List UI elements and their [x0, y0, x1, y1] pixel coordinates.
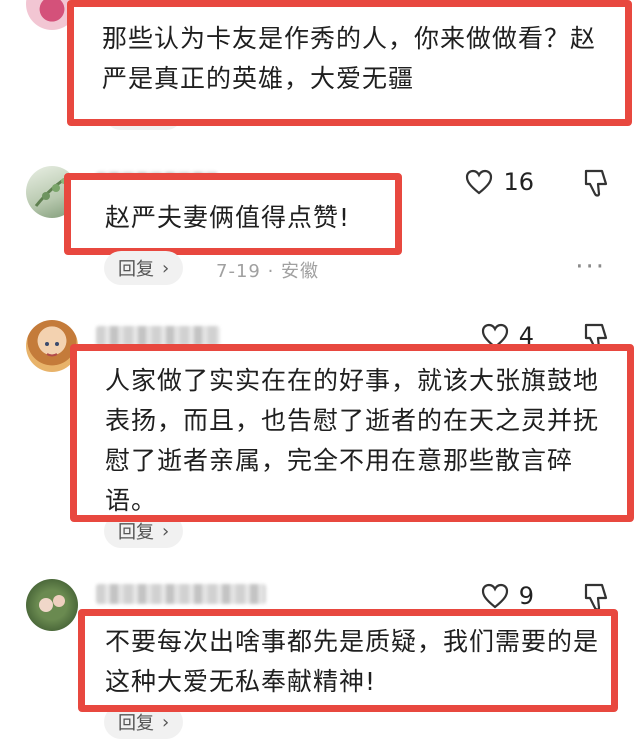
avatar[interactable]: [26, 579, 78, 631]
comment-text: 赵严夫妻俩值得点赞!: [105, 203, 351, 232]
comment-text: 人家做了实实在在的好事，就该大张旗鼓地表扬，而且，也告慰了逝者的在天之灵并抚慰了…: [105, 366, 600, 515]
like-count: 9: [518, 582, 534, 610]
reply-label: 回复: [118, 259, 154, 280]
comment-text: 不要每次出啥事都先是质疑，我们需要的是这种大爱无私奉献精神!: [105, 627, 600, 696]
like-count: 16: [503, 168, 534, 196]
dislike-icon[interactable]: [582, 168, 610, 198]
comment-date: 7-19: [216, 261, 261, 282]
user-name-blurred[interactable]: [96, 584, 266, 604]
comment-location: 安徽: [281, 261, 320, 282]
reply-label: 回复: [118, 713, 154, 734]
like-group[interactable]: 16: [465, 168, 534, 196]
dislike-icon[interactable]: [582, 582, 610, 612]
chevron-right-icon: ›: [162, 520, 170, 542]
comment-meta: 7-19 · 安徽: [216, 261, 320, 282]
highlighted-comment-box: 那些认为卡友是作秀的人，你来做做看？赵严是真正的英雄，大爱无疆: [67, 0, 632, 126]
reply-button[interactable]: 回复 ›: [104, 251, 184, 285]
flower-icon: [39, 595, 65, 612]
comment-text: 那些认为卡友是作秀的人，你来做做看？赵严是真正的英雄，大爱无疆: [102, 24, 597, 93]
like-group[interactable]: 9: [481, 582, 534, 610]
more-icon[interactable]: ···: [575, 254, 606, 280]
highlighted-comment-box: 不要每次出啥事都先是质疑，我们需要的是这种大爱无私奉献精神!: [78, 609, 618, 712]
highlighted-comment-box: 赵严夫妻俩值得点赞!: [64, 173, 402, 255]
heart-icon[interactable]: [465, 169, 493, 195]
chevron-right-icon: ›: [162, 711, 170, 733]
highlighted-comment-box: 人家做了实实在在的好事，就该大张旗鼓地表扬，而且，也告慰了逝者的在天之灵并抚慰了…: [70, 344, 634, 522]
heart-icon[interactable]: [481, 583, 509, 609]
chevron-right-icon: ›: [162, 257, 170, 279]
user-name-blurred[interactable]: [96, 326, 220, 346]
